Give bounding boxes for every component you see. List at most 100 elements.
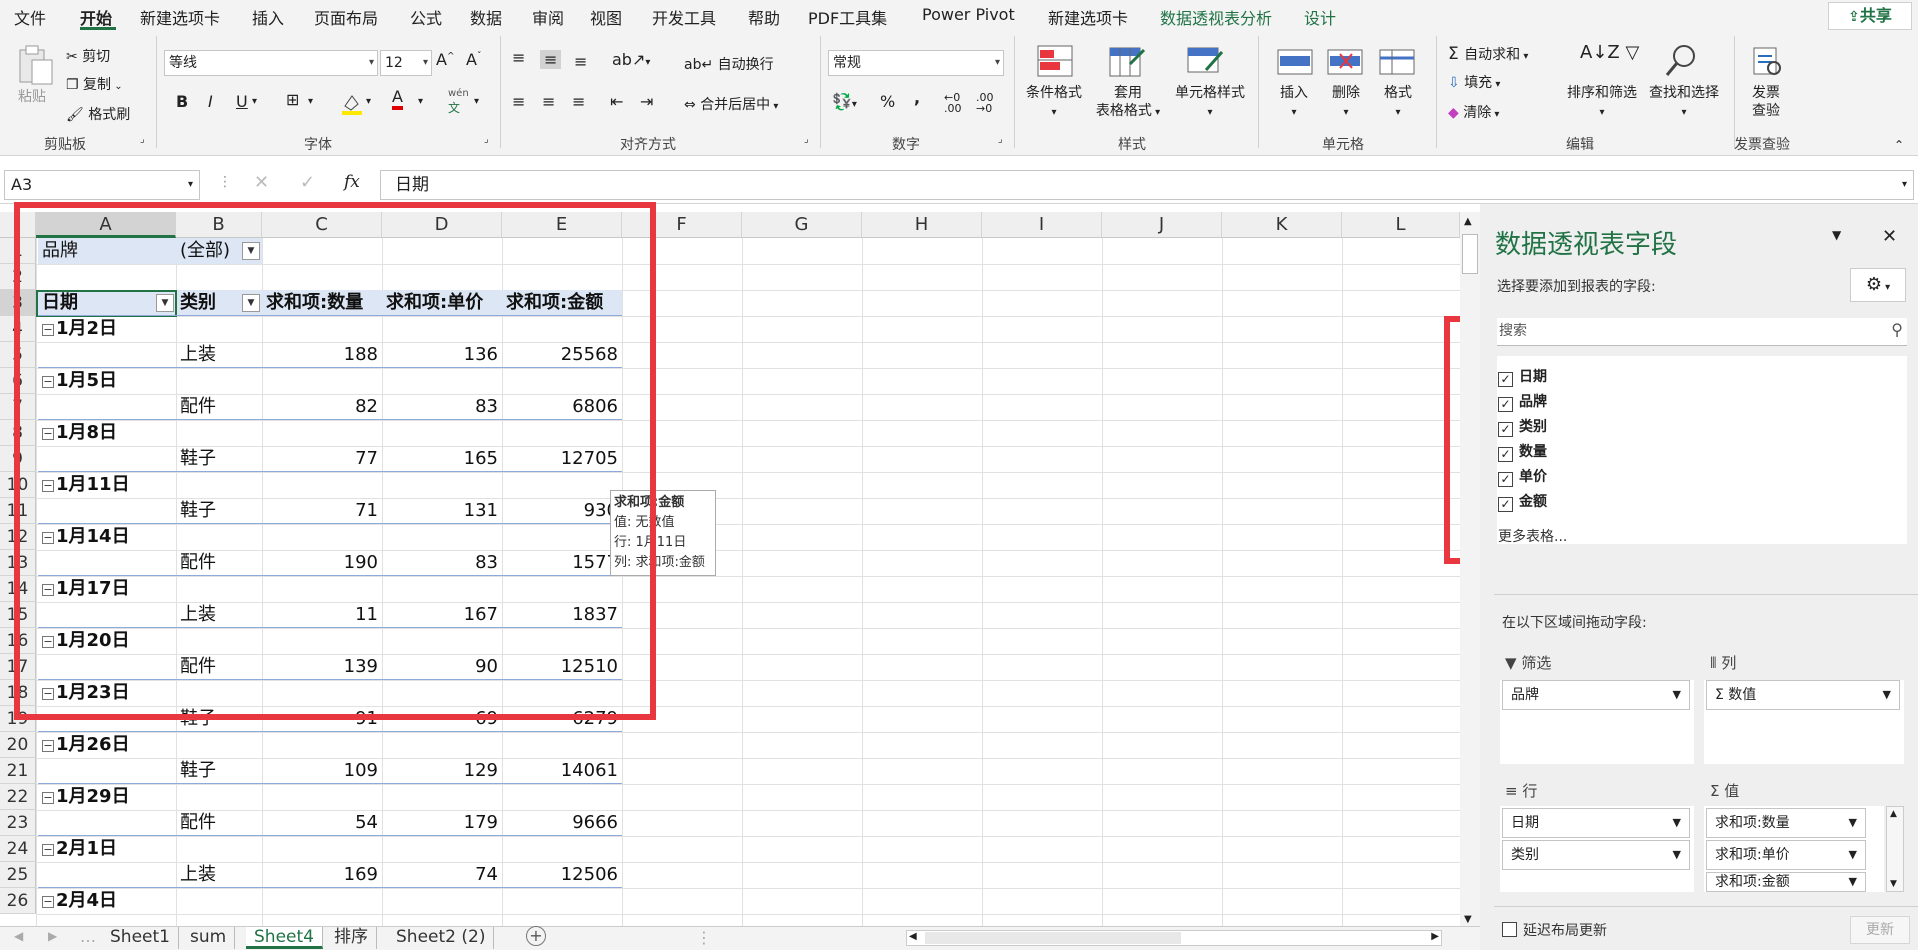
value-area-scrollbar[interactable]: ▲ ▼ bbox=[1886, 806, 1904, 892]
tab-new-1[interactable]: 新建选项卡 bbox=[140, 5, 220, 29]
insert-cells-button[interactable]: 插入 ▾ bbox=[1270, 84, 1318, 122]
add-sheet-button[interactable]: + bbox=[526, 926, 546, 946]
font-size-select[interactable]: 12 ▾ bbox=[380, 50, 432, 76]
category-cell[interactable]: 鞋子 bbox=[180, 706, 250, 732]
column-header-a[interactable]: A bbox=[36, 212, 176, 238]
next-sheet-icon[interactable]: ▶ bbox=[48, 929, 57, 943]
column-header-b[interactable]: B bbox=[176, 212, 262, 238]
phonetic-icon[interactable]: wén 文 bbox=[448, 88, 469, 116]
row-header-13[interactable]: 13 bbox=[0, 550, 36, 576]
qty-cell[interactable]: 109 bbox=[266, 758, 378, 784]
name-box[interactable]: A3 ▾ bbox=[4, 170, 200, 200]
border-icon[interactable]: ⊞ bbox=[286, 90, 299, 109]
font-name-select[interactable]: 等线 ▾ bbox=[164, 50, 378, 76]
date-group-row[interactable]: −1月14日 bbox=[42, 524, 172, 550]
more-tables-link[interactable]: 更多表格... bbox=[1498, 526, 1567, 546]
cell-styles-button[interactable]: 单元格样式 ▾ bbox=[1166, 84, 1254, 122]
prev-sheet-icon[interactable]: ◀ bbox=[14, 929, 23, 943]
qty-cell[interactable]: 82 bbox=[266, 394, 378, 420]
row-item-category[interactable]: 类别 ▼ bbox=[1502, 840, 1690, 870]
date-group-row[interactable]: −1月2日 bbox=[42, 316, 172, 342]
row-header-18[interactable]: 18 bbox=[0, 680, 36, 706]
date-filter-icon[interactable]: ▼ bbox=[156, 294, 174, 312]
amount-cell[interactable]: 930 bbox=[506, 498, 618, 524]
search-input[interactable]: 搜索 ⚲ bbox=[1497, 318, 1907, 346]
font-color-icon[interactable]: A bbox=[392, 88, 403, 110]
amount-cell[interactable]: 1837 bbox=[506, 602, 618, 628]
column-header-j[interactable]: J bbox=[1102, 212, 1222, 238]
merge-center-button[interactable]: ⇔ 合并后居中 ▾ bbox=[684, 94, 778, 114]
category-cell[interactable]: 配件 bbox=[180, 550, 250, 576]
field-category[interactable]: ✓ 类别 bbox=[1498, 416, 1547, 437]
column-header-e[interactable]: E bbox=[502, 212, 622, 238]
fill-color-icon[interactable] bbox=[340, 92, 364, 116]
tab-help[interactable]: 帮助 bbox=[748, 5, 780, 29]
row-header-20[interactable]: 20 bbox=[0, 732, 36, 758]
qty-cell[interactable]: 77 bbox=[266, 446, 378, 472]
collapse-icon[interactable]: − bbox=[42, 428, 54, 440]
percent-button[interactable]: % bbox=[880, 92, 895, 111]
row-header-4[interactable]: 4 bbox=[0, 316, 36, 342]
tab-new-2[interactable]: 新建选项卡 bbox=[1048, 5, 1128, 29]
category-cell[interactable]: 上装 bbox=[180, 862, 250, 888]
row-header-26[interactable]: 26 bbox=[0, 888, 36, 914]
tab-design[interactable]: 设计 bbox=[1304, 5, 1336, 29]
scroll-left-icon[interactable]: ◀ bbox=[909, 931, 917, 942]
invoice-check-button[interactable]: 发票 查验 bbox=[1740, 84, 1792, 120]
category-cell[interactable]: 上装 bbox=[180, 342, 250, 368]
collapse-icon[interactable]: − bbox=[42, 376, 54, 388]
field-brand[interactable]: ✓ 品牌 bbox=[1498, 391, 1547, 412]
qty-cell[interactable]: 190 bbox=[266, 550, 378, 576]
close-icon[interactable]: ✕ bbox=[1882, 226, 1897, 247]
sheet-tab-sum[interactable]: sum bbox=[182, 927, 236, 949]
format-as-table-button[interactable]: 套用 表格格式 ▾ bbox=[1090, 84, 1166, 122]
amount-cell[interactable]: 14061 bbox=[506, 758, 618, 784]
row-header-23[interactable]: 23 bbox=[0, 810, 36, 836]
sort-filter-button[interactable]: 排序和筛选 ▾ bbox=[1558, 84, 1646, 122]
sheet-tab-sort[interactable]: 排序 bbox=[326, 927, 377, 949]
defer-update-checkbox[interactable]: 延迟布局更新 bbox=[1502, 920, 1607, 940]
number-format-select[interactable]: 常规 ▾ bbox=[828, 50, 1004, 76]
increase-indent-icon[interactable]: ⇥ bbox=[640, 92, 653, 111]
gear-icon[interactable]: ⚙ ▾ bbox=[1850, 268, 1906, 302]
qty-cell[interactable]: 11 bbox=[266, 602, 378, 628]
row-header-2[interactable]: 2 bbox=[0, 264, 36, 290]
clipboard-launcher-icon[interactable]: ⌟ bbox=[140, 134, 145, 145]
category-cell[interactable]: 鞋子 bbox=[180, 446, 250, 472]
cut-button[interactable]: ✂ 剪切 bbox=[66, 46, 110, 66]
category-cell[interactable]: 上装 bbox=[180, 602, 250, 628]
increase-decimal-icon[interactable]: ←0.00 bbox=[944, 92, 962, 114]
header-price[interactable]: 求和项:单价 bbox=[386, 290, 498, 316]
amount-cell[interactable]: 25568 bbox=[506, 342, 618, 368]
price-cell[interactable]: 90 bbox=[386, 654, 498, 680]
collapse-ribbon-icon[interactable]: ⌃ bbox=[1894, 138, 1904, 152]
field-unit-price[interactable]: ✓ 单价 bbox=[1498, 466, 1547, 487]
filter-dropdown-icon[interactable]: ▼ bbox=[242, 242, 260, 260]
align-right-icon[interactable]: ≡ bbox=[572, 92, 585, 111]
column-header-k[interactable]: K bbox=[1222, 212, 1342, 238]
alignment-launcher-icon[interactable]: ⌟ bbox=[804, 134, 809, 145]
date-group-row[interactable]: −1月8日 bbox=[42, 420, 172, 446]
enter-icon[interactable]: ✓ bbox=[300, 172, 315, 193]
delete-cells-button[interactable]: 删除 ▾ bbox=[1322, 84, 1370, 122]
format-painter-button[interactable]: 🖌 格式刷 bbox=[66, 104, 130, 124]
row-header-11[interactable]: 11 bbox=[0, 498, 36, 524]
tab-review[interactable]: 审阅 bbox=[532, 5, 564, 29]
qty-cell[interactable]: 54 bbox=[266, 810, 378, 836]
update-button[interactable]: 更新 bbox=[1850, 916, 1910, 944]
tab-view[interactable]: 视图 bbox=[590, 5, 622, 29]
row-header-15[interactable]: 15 bbox=[0, 602, 36, 628]
field-date[interactable]: ✓ 日期 bbox=[1498, 366, 1547, 387]
row-header-8[interactable]: 8 bbox=[0, 420, 36, 446]
scroll-up-icon[interactable]: ▲ bbox=[1464, 216, 1472, 227]
amount-cell[interactable]: 12506 bbox=[506, 862, 618, 888]
copy-button[interactable]: ❐ 复制 ⌄ bbox=[66, 74, 123, 94]
price-cell[interactable]: 83 bbox=[386, 394, 498, 420]
row-header-17[interactable]: 17 bbox=[0, 654, 36, 680]
select-all-corner[interactable] bbox=[0, 212, 36, 238]
date-group-row[interactable]: −1月20日 bbox=[42, 628, 172, 654]
row-header-16[interactable]: 16 bbox=[0, 628, 36, 654]
underline-button[interactable]: U bbox=[236, 92, 248, 111]
category-cell[interactable]: 配件 bbox=[180, 654, 250, 680]
amount-cell[interactable]: 12510 bbox=[506, 654, 618, 680]
